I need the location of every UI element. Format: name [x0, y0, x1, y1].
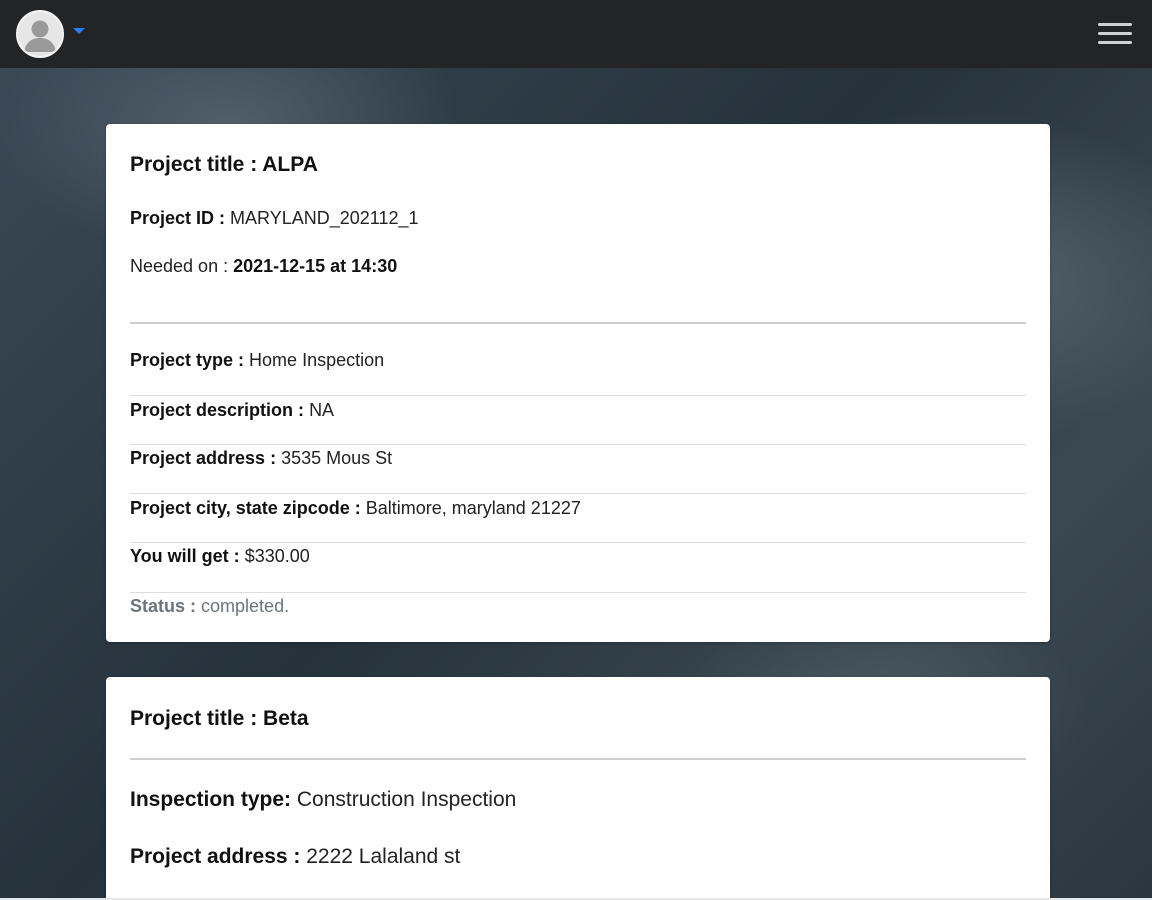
top-navbar	[0, 0, 1152, 68]
divider	[130, 493, 1026, 494]
user-avatar-icon[interactable]	[16, 10, 64, 58]
project-description-row: Project description : NA	[130, 400, 335, 420]
user-menu-dropdown[interactable]	[16, 10, 85, 58]
divider	[130, 542, 1026, 543]
inspection-type-row: Inspection type: Construction Inspection	[130, 788, 517, 811]
project-type-row: Project type : Home Inspection	[130, 350, 385, 370]
project-card: Project title : ALPA Project ID : MARYLA…	[106, 124, 1050, 642]
project-city-row: Project city, state zipcode : Baltimore,…	[130, 498, 581, 518]
payment-row: You will get : $330.00	[130, 546, 310, 566]
project-address-row: Project address : 3535 Mous St	[130, 448, 393, 468]
divider	[130, 322, 1026, 324]
project-address-row: Project address : 2222 Lalaland st	[130, 845, 461, 868]
project-card: Project title : Beta Inspection type: Co…	[106, 677, 1050, 900]
divider	[130, 758, 1026, 760]
project-title: Project title : Beta	[130, 707, 309, 730]
project-id-row: Project ID : MARYLAND_202112_1	[130, 208, 419, 228]
divider	[130, 592, 1026, 593]
status-row: Status : completed.	[130, 596, 290, 616]
divider	[130, 395, 1026, 396]
project-title: Project title : ALPA	[130, 153, 318, 176]
needed-on-row: Needed on : 2021-12-15 at 14:30	[130, 256, 398, 276]
divider	[130, 444, 1026, 445]
caret-down-icon[interactable]	[73, 28, 85, 34]
hamburger-icon[interactable]	[1096, 17, 1134, 51]
